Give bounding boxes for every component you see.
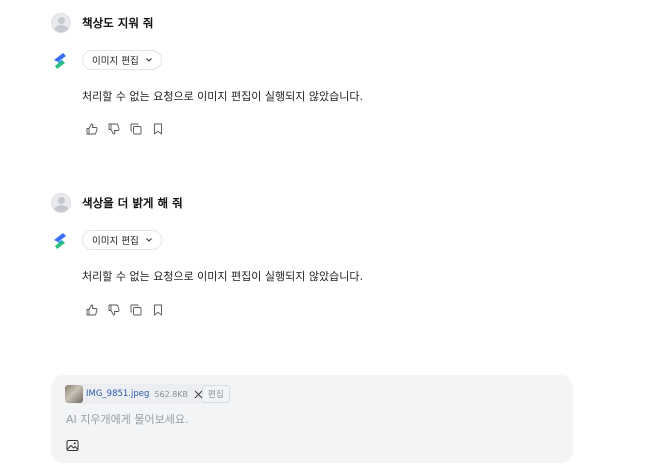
user-message: 색상을 더 밝게 해 줘	[82, 196, 183, 210]
bookmark-icon[interactable]	[151, 303, 165, 317]
message-actions	[85, 122, 165, 136]
prompt-composer: IMG_9851.jpeg 562.8KB 편집	[51, 375, 573, 463]
user-avatar	[51, 13, 71, 33]
chevron-down-icon	[145, 58, 152, 62]
copy-icon[interactable]	[129, 122, 143, 136]
attachment-size: 562.8KB	[154, 389, 189, 399]
assistant-reply: 처리할 수 없는 요청으로 이미지 편집이 실행되지 않았습니다.	[82, 270, 363, 283]
image-icon[interactable]	[66, 439, 79, 452]
assistant-reply: 처리할 수 없는 요청으로 이미지 편집이 실행되지 않았습니다.	[82, 90, 363, 103]
user-avatar	[51, 193, 71, 213]
copy-icon[interactable]	[129, 303, 143, 317]
thumbs-down-icon[interactable]	[107, 303, 121, 317]
thumbs-up-icon[interactable]	[85, 303, 99, 317]
prompt-input[interactable]	[66, 413, 556, 426]
tool-chip-label: 이미지 편집	[92, 236, 139, 247]
thumbs-up-icon[interactable]	[85, 122, 99, 136]
image-edit-tool-chip[interactable]: 이미지 편집	[82, 230, 162, 250]
tool-chip-label: 이미지 편집	[92, 56, 139, 67]
image-edit-tool-chip[interactable]: 이미지 편집	[82, 50, 162, 70]
message-actions	[85, 303, 165, 317]
user-message: 책상도 지워 줘	[82, 16, 154, 30]
attachment-chip[interactable]: IMG_9851.jpeg 562.8KB	[65, 384, 210, 404]
thumbs-down-icon[interactable]	[107, 122, 121, 136]
assistant-logo-icon	[54, 233, 66, 249]
edit-mode-chip[interactable]: 편집	[202, 385, 230, 403]
bookmark-icon[interactable]	[151, 122, 165, 136]
attachment-filename: IMG_9851.jpeg	[86, 389, 150, 399]
assistant-logo-icon	[54, 53, 66, 69]
attachment-thumbnail	[65, 385, 83, 403]
chevron-down-icon	[145, 238, 152, 242]
